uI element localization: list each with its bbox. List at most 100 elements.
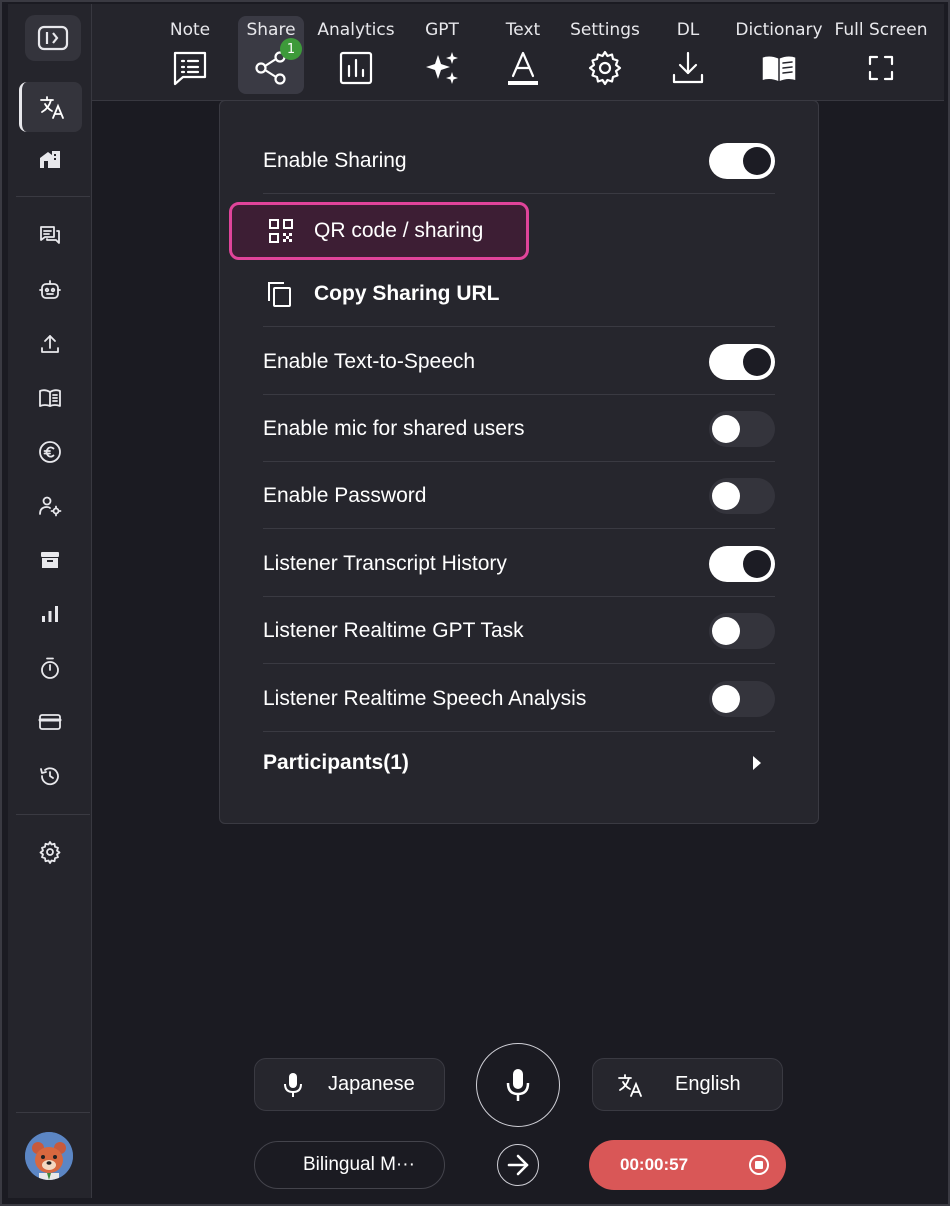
- sidebar-divider: [16, 1112, 90, 1113]
- enable-password-toggle[interactable]: [709, 478, 775, 514]
- direction-arrow-button[interactable]: [497, 1144, 539, 1186]
- home-icon: [39, 151, 60, 168]
- toolbar-gpt-label: GPT: [425, 20, 459, 40]
- sidebar-divider: [16, 814, 90, 815]
- enable-mic-row[interactable]: Enable mic for shared users: [263, 409, 775, 449]
- sidebar-item-book[interactable]: [8, 378, 91, 418]
- toolbar-dictionary-label: Dictionary: [735, 20, 823, 40]
- download-icon: [672, 51, 704, 84]
- listener-gpt-row[interactable]: Listener Realtime GPT Task: [263, 611, 775, 651]
- panel-toggle-icon: [37, 25, 69, 51]
- sidebar-item-timer[interactable]: [8, 648, 91, 688]
- toolbar-fullscreen-label: Full Screen: [834, 20, 928, 40]
- participants-row[interactable]: Participants(1): [263, 743, 775, 783]
- sidebar-item-store[interactable]: [8, 540, 91, 580]
- listener-history-label: Listener Transcript History: [263, 552, 507, 575]
- enable-mic-toggle[interactable]: [709, 411, 775, 447]
- mode-label: Bilingual M···: [303, 1154, 415, 1175]
- target-language-label: English: [675, 1073, 741, 1095]
- bear-avatar-icon: [25, 1132, 73, 1180]
- user-settings-icon: [38, 496, 61, 517]
- sidebar-item-stats[interactable]: [8, 594, 91, 634]
- toolbar-download[interactable]: DL: [668, 4, 708, 98]
- sidebar-item-translate[interactable]: [19, 82, 82, 132]
- listener-gpt-label: Listener Realtime GPT Task: [263, 619, 524, 642]
- copy-sharing-url-label: Copy Sharing URL: [314, 282, 500, 305]
- record-microphone-button[interactable]: [476, 1043, 560, 1127]
- enable-tts-row[interactable]: Enable Text-to-Speech: [263, 342, 775, 382]
- sidebar: [8, 4, 92, 1198]
- sidebar-item-bot[interactable]: [8, 270, 91, 310]
- toolbar-dictionary[interactable]: Dictionary: [735, 4, 823, 98]
- listener-speech-row[interactable]: Listener Realtime Speech Analysis: [263, 679, 775, 719]
- analytics-icon: [339, 51, 373, 85]
- separator: [263, 596, 775, 597]
- source-language-button[interactable]: Japanese: [254, 1058, 445, 1111]
- gear-icon: [588, 50, 622, 86]
- copy-icon: [268, 282, 291, 307]
- qr-code-label: QR code / sharing: [314, 219, 484, 242]
- separator: [263, 461, 775, 462]
- share-count-badge: 1: [280, 38, 302, 60]
- toolbar-text[interactable]: Text: [500, 4, 546, 98]
- chevron-right-icon: [753, 756, 761, 770]
- credit-card-icon: [38, 714, 61, 730]
- qr-code-icon: [269, 219, 293, 243]
- microphone-icon: [284, 1072, 302, 1097]
- enable-tts-toggle[interactable]: [709, 344, 775, 380]
- euro-icon: [38, 441, 61, 463]
- note-icon: [173, 51, 207, 86]
- mode-select-button[interactable]: Bilingual M···: [254, 1141, 445, 1189]
- enable-sharing-toggle[interactable]: [709, 143, 775, 179]
- translate-icon: [40, 96, 64, 119]
- fullscreen-icon: [868, 55, 894, 81]
- arrow-right-icon: [507, 1154, 529, 1176]
- source-language-label: Japanese: [328, 1073, 415, 1095]
- toolbar-analytics[interactable]: Analytics: [317, 4, 395, 98]
- recording-timer-button[interactable]: 00:00:57: [589, 1140, 786, 1190]
- enable-tts-label: Enable Text-to-Speech: [263, 350, 476, 373]
- toolbar-fullscreen[interactable]: Full Screen: [835, 4, 927, 98]
- sidebar-item-upload[interactable]: [8, 324, 91, 364]
- sidebar-item-account[interactable]: [8, 486, 91, 526]
- toolbar-download-label: DL: [676, 20, 700, 40]
- separator: [263, 193, 775, 194]
- sidebar-item-settings[interactable]: [8, 832, 91, 872]
- timer-icon: [40, 657, 59, 679]
- copy-sharing-url-item[interactable]: Copy Sharing URL: [263, 274, 775, 314]
- toolbar-gpt[interactable]: GPT: [417, 4, 467, 98]
- enable-sharing-label: Enable Sharing: [263, 149, 407, 172]
- gear-icon: [39, 841, 60, 864]
- user-avatar[interactable]: [25, 1132, 73, 1180]
- sidebar-item-card[interactable]: [8, 702, 91, 742]
- separator: [263, 326, 775, 327]
- sparkles-icon: [426, 52, 458, 84]
- recording-timer-label: 00:00:57: [620, 1155, 689, 1174]
- bar-chart-icon: [41, 606, 58, 622]
- listener-speech-label: Listener Realtime Speech Analysis: [263, 687, 587, 710]
- enable-password-row[interactable]: Enable Password: [263, 476, 775, 516]
- toolbar-share-label: Share: [246, 20, 296, 40]
- target-language-button[interactable]: English: [592, 1058, 783, 1111]
- enable-password-label: Enable Password: [263, 484, 427, 507]
- qr-code-sharing-item[interactable]: QR code / sharing: [229, 202, 529, 260]
- history-icon: [39, 767, 59, 786]
- listener-history-row[interactable]: Listener Transcript History: [263, 544, 775, 584]
- toolbar-settings[interactable]: Settings: [570, 4, 640, 98]
- listener-gpt-toggle[interactable]: [709, 613, 775, 649]
- toolbar-note[interactable]: Note: [162, 4, 218, 98]
- top-toolbar: Note Share 1 Analytics GPT Text Settings…: [92, 4, 944, 101]
- panel-toggle-button[interactable]: [25, 15, 81, 61]
- share-settings-panel: Enable Sharing QR code / sharing Copy Sh…: [219, 100, 819, 824]
- enable-sharing-row[interactable]: Enable Sharing: [263, 141, 775, 181]
- sidebar-item-history[interactable]: [8, 756, 91, 796]
- sidebar-item-home[interactable]: [8, 139, 91, 179]
- listener-history-toggle[interactable]: [709, 546, 775, 582]
- sidebar-item-chat[interactable]: [8, 215, 91, 255]
- listener-speech-toggle[interactable]: [709, 681, 775, 717]
- app-window: Note Share 1 Analytics GPT Text Settings…: [0, 0, 950, 1206]
- sidebar-divider: [16, 196, 90, 197]
- sidebar-item-billing[interactable]: [8, 432, 91, 472]
- toolbar-settings-label: Settings: [570, 20, 640, 40]
- enable-mic-label: Enable mic for shared users: [263, 417, 525, 440]
